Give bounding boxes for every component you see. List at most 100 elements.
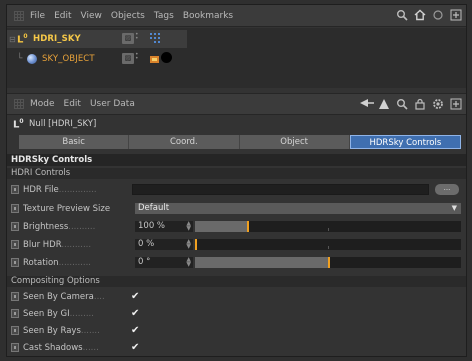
tab-hdrsky-controls[interactable]: HDRSky Controls [349, 135, 461, 149]
section-label-hdri-controls: HDRI Controls [7, 168, 466, 179]
hdr-file-path-field[interactable] [132, 184, 429, 195]
layer-visibility-icon[interactable]: ▨ [122, 53, 134, 64]
group-header-hdrsky-controls: HDRSky Controls [7, 154, 466, 166]
back-arrow-icon[interactable] [359, 98, 374, 111]
slider-tick [328, 228, 329, 231]
seen-by-gi-checkbox[interactable]: ✔ [131, 309, 139, 319]
cinema4d-panel: File Edit View Objects Tags Bookmarks ⊟ … [6, 4, 467, 357]
panel-grip-icon[interactable] [14, 99, 24, 109]
animation-keyframe-icon[interactable] [11, 185, 19, 194]
rotation-slider[interactable] [195, 257, 461, 268]
seen-by-rays-checkbox[interactable]: ✔ [131, 326, 139, 336]
param-label: Rotation [23, 257, 59, 268]
slider-tick [328, 246, 329, 249]
seen-by-camera-checkbox[interactable]: ✔ [131, 292, 139, 302]
lock-icon[interactable] [413, 98, 426, 111]
slider-handle[interactable] [328, 257, 330, 268]
object-title-text: Null [HDRI_SKY] [29, 119, 97, 130]
texture-preview-size-select[interactable]: Default ▼ [135, 203, 461, 214]
animation-keyframe-icon[interactable] [11, 258, 19, 267]
attribute-tabs: Basic Coord. Object HDRSky Controls [19, 135, 461, 149]
blur-hdr-number-field[interactable]: 0 % ▲ ▼ [135, 239, 193, 250]
settings-icon[interactable] [431, 98, 444, 111]
animation-keyframe-icon[interactable] [11, 343, 19, 352]
param-label: Seen By GI [23, 308, 70, 319]
menu-bookmarks[interactable]: Bookmarks [183, 11, 233, 21]
slider-fill [195, 221, 247, 232]
label-leader-dots: ....... [80, 325, 100, 336]
dropdown-arrow-icon: ▼ [451, 204, 457, 212]
label-leader-dots: ........... [61, 239, 92, 250]
label-leader-dots: .............. [58, 184, 97, 195]
animation-keyframe-icon[interactable] [11, 204, 19, 213]
select-value: Default [138, 203, 170, 213]
brightness-number-field[interactable]: 100 % ▲ ▼ [135, 221, 193, 232]
object-manager-menubar: File Edit View Objects Tags Bookmarks [7, 5, 466, 27]
lock-toggle-icon[interactable] [431, 9, 444, 22]
new-panel-icon[interactable] [449, 9, 462, 22]
param-row-seen-by-gi: Seen By GI......... [7, 306, 466, 321]
field-value: 100 % [138, 221, 166, 231]
menu-file[interactable]: File [30, 11, 45, 21]
object-name: SKY_OBJECT [42, 54, 95, 64]
param-row-seen-by-rays: Seen By Rays....... [7, 323, 466, 338]
menu-tags[interactable]: Tags [154, 11, 174, 21]
animation-keyframe-icon[interactable] [11, 222, 19, 231]
search-icon[interactable] [395, 98, 408, 111]
blur-hdr-slider[interactable] [195, 239, 461, 250]
slider-handle[interactable] [195, 239, 197, 250]
editor-visibility-dots-icon[interactable]: • • [135, 32, 139, 42]
param-label: Blur HDR [23, 239, 62, 250]
tab-coord[interactable]: Coord. [129, 135, 240, 149]
param-row-seen-by-camera: Seen By Camera.... [7, 289, 466, 304]
stepper-arrows-icon[interactable]: ▲ ▼ [186, 221, 191, 232]
menu-user-data[interactable]: User Data [90, 99, 135, 109]
animation-keyframe-icon[interactable] [11, 240, 19, 249]
menu-edit[interactable]: Edit [64, 99, 81, 109]
search-icon[interactable] [395, 9, 408, 22]
hierarchy-line-icon: └ [17, 54, 23, 64]
menu-edit[interactable]: Edit [54, 11, 71, 21]
param-label: Seen By Camera [23, 291, 94, 302]
null-object-icon: L0 [17, 32, 28, 46]
label-leader-dots: ......... [69, 308, 94, 319]
menu-objects[interactable]: Objects [111, 11, 145, 21]
param-label: Seen By Rays [23, 325, 81, 336]
cast-shadows-checkbox[interactable]: ✔ [131, 343, 139, 353]
up-arrow-icon[interactable] [377, 98, 390, 111]
label-leader-dots: ............ [58, 257, 91, 268]
label-leader-dots: ...... [82, 342, 99, 353]
tree-item-sky-object[interactable]: └ SKY_OBJECT [17, 50, 95, 68]
editor-visibility-dots-icon[interactable]: • • [135, 52, 139, 62]
panel-grip-icon[interactable] [14, 10, 24, 21]
layer-visibility-icon[interactable]: ▨ [122, 33, 134, 44]
object-tree: ⊟ L0 HDRI_SKY ▨ • • └ SKY_OBJECT ▨ • • [7, 28, 466, 88]
menu-view[interactable]: View [81, 11, 102, 21]
param-label: Texture Preview Size [23, 203, 111, 214]
section-label-compositing-options: Compositing Options [7, 276, 466, 287]
slider-handle[interactable] [247, 221, 249, 232]
stepper-arrows-icon[interactable]: ▲ ▼ [186, 257, 191, 268]
tab-basic[interactable]: Basic [19, 135, 130, 149]
rotation-number-field[interactable]: 0 ° ▲ ▼ [135, 257, 193, 268]
animation-keyframe-icon[interactable] [11, 326, 19, 335]
field-value: 0 ° [138, 257, 151, 267]
field-value: 0 % [138, 239, 155, 249]
hdr-file-browse-button[interactable]: ... [435, 184, 459, 195]
new-panel-icon[interactable] [449, 98, 462, 111]
tab-object[interactable]: Object [239, 135, 350, 149]
label-leader-dots: .... [93, 291, 105, 302]
animation-keyframe-icon[interactable] [11, 292, 19, 301]
param-label: Cast Shadows [23, 342, 83, 353]
material-tag-icon[interactable] [161, 52, 172, 63]
collapse-toggle-icon[interactable]: ⊟ [9, 35, 16, 44]
home-icon[interactable] [413, 9, 426, 22]
grid-tag-icon[interactable] [149, 32, 161, 47]
stepper-arrows-icon[interactable]: ▲ ▼ [186, 239, 191, 250]
attribute-manager-menubar: Mode Edit User Data [7, 93, 466, 115]
menu-mode[interactable]: Mode [30, 99, 55, 109]
brightness-slider[interactable] [195, 221, 461, 232]
sky-sphere-icon [27, 54, 37, 64]
param-label: Brightness [23, 221, 69, 232]
animation-keyframe-icon[interactable] [11, 309, 19, 318]
